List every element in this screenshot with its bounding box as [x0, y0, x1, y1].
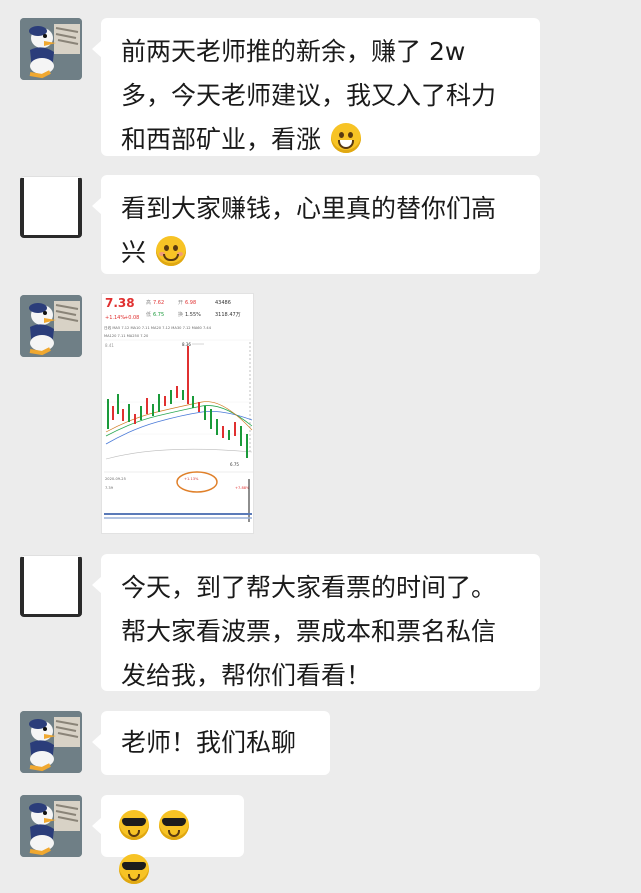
duck-avatar-icon — [20, 18, 82, 80]
volume-value: 43486 — [215, 300, 231, 306]
message-bubble[interactable]: 今天，到了帮大家看票的时间了。帮大家看波票，票成本和票名私信发给我，帮你们看看！ — [92, 554, 540, 691]
open-label: 开 — [178, 300, 183, 306]
low-mark: 6.75 — [230, 462, 239, 467]
sunglasses-face-icon — [119, 854, 149, 884]
stock-chart-image[interactable]: 7.38 +1.14% +0.08 高 7.62 开 6.98 43486 低 … — [101, 293, 254, 534]
turnover-value: 1.55% — [185, 312, 201, 318]
avatar[interactable] — [20, 795, 82, 857]
stock-change-amount: +0.08 — [124, 315, 139, 321]
ma-line-2: MA120 7.11 MA250 7.20 — [104, 334, 149, 338]
indicator-value: +1.13% — [184, 477, 199, 481]
peak-label: 8.36 — [182, 342, 191, 347]
grinning-face-icon — [330, 123, 361, 153]
low-value: 6.75 — [153, 312, 164, 318]
message-text: 老师！我们私聊 — [121, 728, 297, 757]
sunglasses-face-icon — [158, 810, 189, 840]
message-bubble[interactable]: 前两天老师推的新余，赚了 2w 多，今天老师建议，我又入了科力和西部矿业，看涨 — [92, 18, 540, 156]
avatar[interactable] — [20, 295, 82, 357]
high-label: 高 — [146, 299, 151, 306]
stock-price: 7.38 — [105, 296, 135, 310]
message-text: 今天，到了帮大家看票的时间了。帮大家看波票，票成本和票名私信发给我，帮你们看看！ — [121, 573, 497, 690]
sunglasses-face-icon — [119, 810, 149, 840]
avatar[interactable] — [20, 555, 82, 617]
top-tick: 8.41 — [105, 343, 114, 348]
duck-avatar-icon — [20, 295, 82, 357]
low-label: 低 — [146, 311, 151, 318]
amount-value: 3118.47万 — [215, 312, 241, 318]
message-bubble[interactable]: 老师！我们私聊 — [92, 711, 330, 775]
duck-avatar-icon — [20, 711, 82, 773]
chart-date: 2020-09-25 — [105, 477, 126, 481]
message-text: 前两天老师推的新余，赚了 2w 多，今天老师建议，我又入了科力和西部矿业，看涨 — [121, 37, 497, 154]
turnover-label: 换 — [178, 311, 183, 318]
smiling-face-icon — [155, 236, 186, 266]
message-bubble[interactable] — [92, 795, 244, 884]
avatar[interactable] — [20, 176, 82, 238]
bottom-right-value: +7.88% — [235, 486, 250, 490]
duck-avatar-icon — [20, 795, 82, 857]
high-value: 7.62 — [153, 300, 164, 306]
open-value: 6.98 — [185, 300, 196, 306]
bottom-left-value: 7.39 — [105, 486, 114, 490]
stock-change: +1.14% — [105, 315, 125, 321]
message-bubble[interactable]: 看到大家赚钱，心里真的替你们高兴 — [92, 175, 540, 274]
avatar[interactable] — [20, 711, 82, 773]
ma-line-1: 日线 MA5 7.12 MA10 7.11 MA20 7.12 MA30 7.1… — [104, 325, 212, 330]
highlight-circle — [176, 471, 218, 493]
avatar[interactable] — [20, 18, 82, 80]
